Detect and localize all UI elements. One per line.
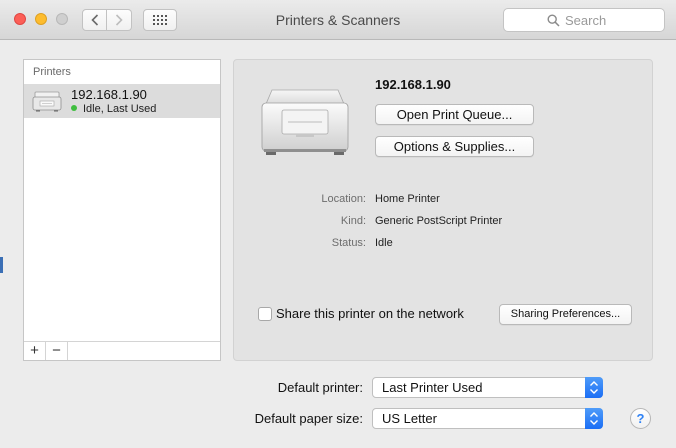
default-printer-value: Last Printer Used (382, 380, 483, 395)
status-label: Status: (331, 237, 366, 249)
selected-printer-name: 192.168.1.90 (375, 77, 451, 92)
printer-list-header: Printers (33, 66, 71, 78)
grid-icon (153, 15, 167, 25)
kind-label: Kind: (340, 215, 366, 227)
default-paper-size-select[interactable]: US Letter (372, 408, 603, 429)
printer-list-item[interactable]: 192.168.1.90 Idle, Last Used (24, 84, 220, 118)
search-placeholder: Search (565, 13, 607, 28)
share-printer-checkbox[interactable] (258, 307, 272, 321)
show-all-button[interactable] (143, 9, 177, 31)
printer-detail-panel: 192.168.1.90 Open Print Queue... Options… (233, 59, 653, 361)
window-title: Printers & Scanners (275, 12, 401, 28)
default-paper-size-value: US Letter (382, 411, 437, 426)
printer-name: 192.168.1.90 (71, 87, 147, 102)
default-printer-select[interactable]: Last Printer Used (372, 377, 603, 398)
popup-arrows-icon (585, 377, 603, 398)
options-supplies-button[interactable]: Options & Supplies... (375, 136, 534, 157)
minimize-window-button[interactable] (35, 13, 47, 25)
status-value: Idle (375, 237, 393, 249)
close-window-button[interactable] (14, 13, 26, 25)
help-button[interactable]: ? (630, 408, 651, 429)
printer-status: Idle, Last Used (71, 103, 156, 115)
location-value: Home Printer (375, 193, 440, 205)
printer-icon (32, 91, 62, 112)
printer-list: Printers 192.168.1.90 Idle, Last Used + … (23, 59, 221, 361)
zoom-window-button[interactable] (56, 13, 68, 25)
search-field[interactable]: Search (503, 8, 665, 32)
list-action-bar: + − (24, 341, 220, 360)
window-edge-strip (0, 257, 3, 273)
share-printer-label[interactable]: Share this printer on the network (276, 306, 464, 321)
add-printer-button[interactable]: + (24, 342, 46, 360)
chevron-left-icon (90, 14, 98, 26)
printer-large-icon (261, 89, 349, 155)
back-button[interactable] (82, 9, 107, 31)
printers-scanners-window: Printers & Scanners Search Printers 192.… (0, 0, 676, 448)
status-indicator-icon (71, 105, 77, 111)
remove-printer-button[interactable]: − (46, 342, 68, 360)
search-icon (547, 14, 560, 27)
printer-status-text: Idle, Last Used (83, 103, 157, 115)
default-paper-size-label: Default paper size: (254, 411, 363, 426)
popup-arrows-icon (585, 408, 603, 429)
sharing-preferences-button[interactable]: Sharing Preferences... (499, 304, 632, 325)
forward-button[interactable] (107, 9, 132, 31)
location-label: Location: (321, 193, 366, 205)
default-printer-label: Default printer: (277, 380, 363, 395)
chevron-right-icon (115, 14, 123, 26)
title-bar: Printers & Scanners Search (0, 0, 676, 40)
kind-value: Generic PostScript Printer (375, 215, 503, 227)
open-print-queue-button[interactable]: Open Print Queue... (375, 104, 534, 125)
